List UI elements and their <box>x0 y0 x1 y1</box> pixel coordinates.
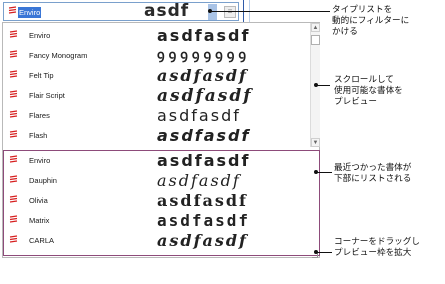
recent-font-item[interactable]: Matrix asdfasdf <box>7 211 307 231</box>
font-list-item[interactable]: Flares asdfasdf <box>7 106 307 126</box>
font-type-icon <box>9 235 18 243</box>
callout-line <box>210 11 330 12</box>
font-name: Matrix <box>29 216 50 225</box>
scroll-down-icon[interactable]: ▼ <box>311 138 320 147</box>
font-preview: asdfasdf <box>157 86 253 106</box>
font-name: Olivia <box>29 196 48 205</box>
font-type-icon <box>9 175 18 183</box>
font-type-icon <box>9 130 18 138</box>
font-preview: asdfasdf <box>157 26 251 45</box>
callout-line <box>316 252 332 253</box>
font-name: Enviro <box>29 156 51 165</box>
font-type-icon <box>8 6 17 14</box>
callout-line <box>316 85 330 86</box>
recent-font-item[interactable]: Olivia asdfasdf <box>7 191 307 211</box>
font-list-item[interactable]: Fancy Monogram ꝯꝯꝯꝯꝯꝯꝯꝯ <box>7 46 307 66</box>
dropdown-button[interactable]: ≡ <box>224 6 236 18</box>
font-name: Fancy Monogram <box>29 51 88 60</box>
font-list-item[interactable]: Enviro asdfasdf <box>7 26 307 46</box>
callout-resize: コーナーをドラッグし プレビュー枠を拡大 <box>334 236 420 257</box>
callout-filter: タイプリストを 動的にフィルターに かける <box>332 4 410 36</box>
font-preview: asdfasdf <box>157 211 251 230</box>
scrollbar-thumb[interactable] <box>311 35 320 45</box>
font-name: Felt Tip <box>29 71 54 80</box>
font-name: Flares <box>29 111 50 120</box>
font-preview: asdfasdf <box>157 106 241 125</box>
font-type-icon <box>9 215 18 223</box>
font-preview: asdfasdf <box>157 151 251 170</box>
font-filter-value[interactable]: Enviro <box>18 7 42 18</box>
font-type-icon <box>9 70 18 78</box>
font-preview: asdfasdf <box>157 231 248 250</box>
scroll-up-icon[interactable]: ▲ <box>311 23 320 32</box>
font-preview: ꝯꝯꝯꝯꝯꝯꝯꝯ <box>157 48 251 63</box>
font-name: CARLA <box>29 236 55 245</box>
font-name: Flair Script <box>29 91 65 100</box>
recent-font-item[interactable]: CARLA asdfasdf <box>7 231 307 251</box>
font-preview: asdfasdf <box>157 66 248 85</box>
font-type-icon <box>9 195 18 203</box>
callout-line <box>316 172 332 173</box>
font-filter-input[interactable]: Enviro asdf ≡ <box>3 2 239 21</box>
font-type-icon <box>9 30 18 38</box>
font-name: Flash <box>29 131 48 140</box>
font-list-item[interactable]: Felt Tip asdfasdf <box>7 66 307 86</box>
font-preview: asdfasdf <box>157 191 248 210</box>
callout-scroll: スクロールして 使用可能な書体を プレビュー <box>334 74 403 106</box>
font-type-icon <box>9 90 18 98</box>
font-preview: asdfasdf <box>157 171 241 190</box>
font-name: Dauphin <box>29 176 57 185</box>
callout-recent: 最近つかった書体が 下部にリストされる <box>334 162 412 183</box>
font-list-item[interactable]: Flash asdfasdf <box>7 126 307 146</box>
font-type-icon <box>9 110 18 118</box>
font-preview: asdfasdf <box>157 126 251 145</box>
font-list-panel[interactable]: Enviro asdfasdf Fancy Monogram ꝯꝯꝯꝯꝯꝯꝯꝯ … <box>2 22 320 258</box>
font-name: Enviro <box>29 31 51 40</box>
recent-font-item[interactable]: Dauphin asdfasdf <box>7 171 307 191</box>
font-type-icon <box>9 155 18 163</box>
font-type-icon <box>9 50 18 58</box>
font-filter-preview: asdf <box>144 1 190 21</box>
recent-font-item[interactable]: Enviro asdfasdf <box>7 151 307 171</box>
font-list-item[interactable]: Flair Script asdfasdf <box>7 86 307 106</box>
